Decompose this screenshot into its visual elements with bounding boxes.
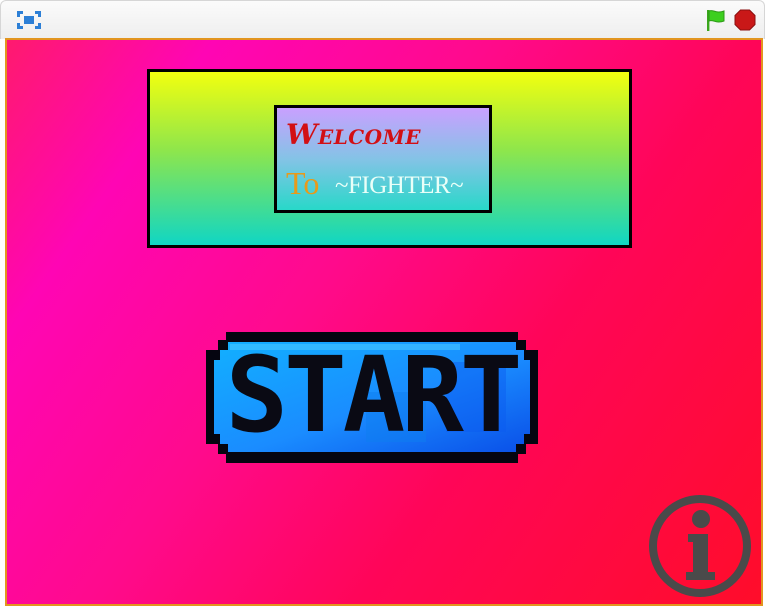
stop-sign-icon[interactable] xyxy=(734,9,756,31)
welcome-text: Welcome xyxy=(286,118,421,151)
info-icon[interactable] xyxy=(648,494,752,598)
player-toolbar xyxy=(0,0,765,39)
welcome-sign: Welcome To ~FIGHTER~ xyxy=(274,105,492,213)
fighter-title: ~FIGHTER~ xyxy=(335,172,464,199)
title-panel: Welcome To ~FIGHTER~ xyxy=(147,69,632,248)
game-stage[interactable]: Welcome To ~FIGHTER~ START xyxy=(5,38,763,606)
start-button[interactable]: START xyxy=(206,332,538,463)
to-text: To xyxy=(286,165,320,201)
start-label: START xyxy=(225,334,522,456)
green-flag-icon[interactable] xyxy=(703,8,727,32)
fullscreen-icon[interactable] xyxy=(15,9,43,31)
